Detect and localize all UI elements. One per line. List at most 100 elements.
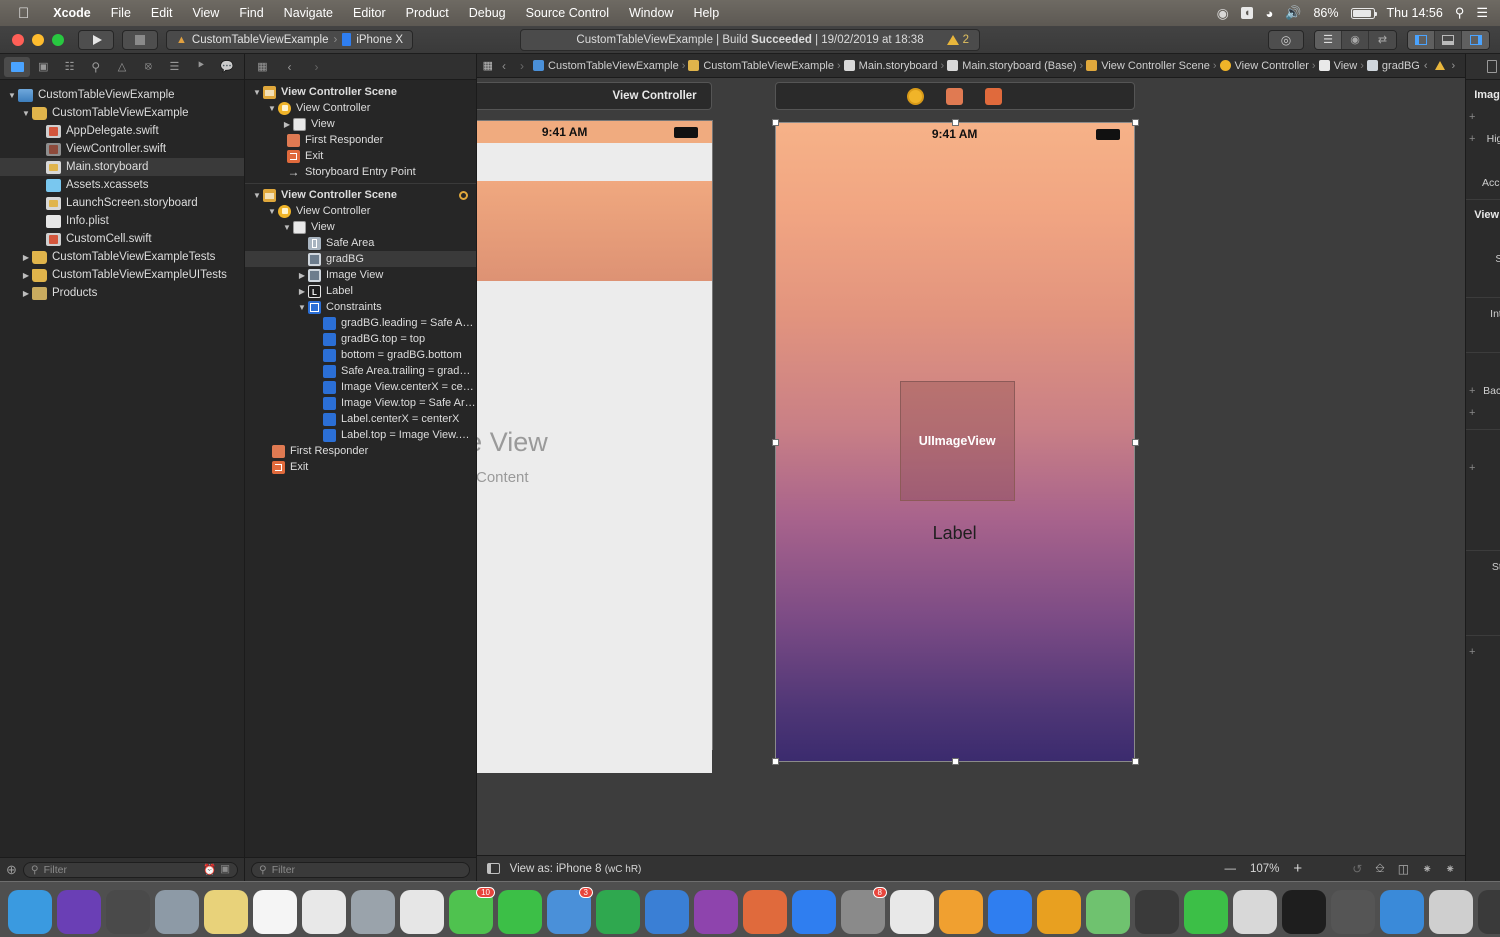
- selection-handle-top-right[interactable]: [1131, 119, 1139, 126]
- display-icon[interactable]: ◖: [1240, 7, 1254, 19]
- chevron-right-icon[interactable]: ▶: [20, 289, 32, 298]
- storyboard-outline-tree[interactable]: ▼ View Controller Scene ▼ View Controller ▶ V…: [245, 80, 476, 857]
- issue-navigator-tab[interactable]: △: [109, 57, 135, 77]
- menu-item-edit[interactable]: Edit: [141, 6, 183, 20]
- wifi-icon[interactable]: ◕: [1265, 6, 1273, 21]
- creative-cloud-icon[interactable]: ◉: [1217, 5, 1229, 22]
- outline-item-first-responder[interactable]: ▶First Responder: [245, 443, 476, 459]
- zoom-out-button[interactable]: —: [1225, 863, 1237, 875]
- view-as-control[interactable]: View as: iPhone 8 (wC hR): [510, 863, 642, 875]
- breadcrumb-item-customtableviewexample[interactable]: CustomTableViewExample: [688, 60, 834, 72]
- selection-handle-mid-left[interactable]: [771, 439, 779, 446]
- outline-item-image-view[interactable]: ▶ Image View: [245, 267, 476, 283]
- library-button[interactable]: ◎: [1268, 29, 1304, 50]
- dock-item-facetime[interactable]: [498, 890, 542, 934]
- outline-grid-icon[interactable]: ▦: [249, 57, 276, 77]
- dock-item-reminders[interactable]: [302, 890, 346, 934]
- dock-item-photos[interactable]: [400, 890, 444, 934]
- chevron-down-icon[interactable]: ▼: [6, 91, 18, 100]
- jumpbar-forward-button[interactable]: ›: [515, 59, 529, 73]
- issue-next-button[interactable]: ›: [1452, 60, 1456, 72]
- chevron-right-icon[interactable]: ▶: [296, 287, 308, 296]
- menu-item-find[interactable]: Find: [229, 6, 273, 20]
- chevron-down-icon[interactable]: ▼: [251, 191, 263, 200]
- chevron-right-icon[interactable]: ▶: [20, 271, 32, 280]
- outline-item-bottom-gradbg-bottom[interactable]: ▶bottom = gradBG.bottom: [245, 347, 476, 363]
- dock-item-podcasts[interactable]: [694, 890, 738, 934]
- dock-item-mail-app[interactable]: [155, 890, 199, 934]
- menu-item-navigate[interactable]: Navigate: [274, 6, 343, 20]
- outline-item-view-controller-scene[interactable]: ▼ View Controller Scene: [245, 84, 476, 100]
- selection-handle-top-left[interactable]: [771, 119, 779, 126]
- dock-item-calendar[interactable]: [253, 890, 297, 934]
- left-phone-preview[interactable]: 9:41 AM s bel Table View rototype Conten…: [476, 120, 713, 773]
- nav-item-viewcontroller-swift[interactable]: ▶ViewController.swift: [0, 140, 244, 158]
- outline-item-label[interactable]: ▶ L Label: [245, 283, 476, 299]
- menu-item-product[interactable]: Product: [396, 6, 459, 20]
- exit-icon[interactable]: [985, 87, 1003, 105]
- right-scene-dock[interactable]: [774, 82, 1135, 110]
- right-phone-preview[interactable]: 9:41 AM UIImageView Label: [774, 122, 1135, 762]
- selection-handle-top-center[interactable]: [951, 119, 959, 126]
- dock-item-finder[interactable]: [8, 890, 52, 934]
- add-variation-icon[interactable]: +: [1466, 646, 1478, 658]
- dock-item-messages[interactable]: 10: [449, 887, 495, 934]
- dock-item-scrivener[interactable]: [1233, 890, 1277, 934]
- menu-item-editor[interactable]: Editor: [343, 6, 396, 20]
- jumpbar-back-button[interactable]: ‹: [497, 59, 511, 73]
- version-editor-button[interactable]: ⇄: [1369, 30, 1396, 49]
- interface-builder-canvas[interactable]: View Controller 9:41 AM s bel Table View: [476, 78, 1466, 855]
- panel-toggle-segmented[interactable]: [1407, 29, 1490, 50]
- nav-item-products[interactable]: ▶ Products: [0, 284, 244, 302]
- macos-dock[interactable]: 10 3 8: [0, 881, 1500, 937]
- dock-item-tunnelbear[interactable]: [1135, 890, 1179, 934]
- align-button[interactable]: ◫: [1398, 862, 1409, 876]
- breadcrumb-item-gradbg[interactable]: gradBG: [1366, 60, 1420, 72]
- menubar-clock[interactable]: Thu 14:56: [1387, 6, 1443, 20]
- dock-item-settings[interactable]: 8: [841, 887, 887, 934]
- outline-forward-button[interactable]: ›: [303, 57, 330, 77]
- breadcrumb-item-view-controller-scene[interactable]: View Controller Scene: [1086, 60, 1210, 72]
- dock-item-activity[interactable]: [1478, 890, 1500, 934]
- outline-item-view-controller[interactable]: ▼ View Controller: [245, 100, 476, 116]
- add-variation-icon[interactable]: +: [1466, 133, 1478, 145]
- selection-handle-bottom-center[interactable]: [951, 758, 959, 765]
- scheme-selector[interactable]: ▲ CustomTableViewExample › iPhone X: [166, 29, 413, 50]
- dock-item-numbers[interactable]: [596, 890, 640, 934]
- outline-item-gradbg-leading-safe-a[interactable]: ▶gradBG.leading = Safe A…: [245, 315, 476, 331]
- embed-in-button[interactable]: ⎒: [1375, 861, 1384, 876]
- maximize-button[interactable]: [52, 33, 64, 46]
- nav-item-customtableviewexample[interactable]: ▼ CustomTableViewExample: [0, 104, 244, 122]
- breadcrumb-item-customtableviewexample[interactable]: CustomTableViewExample: [533, 60, 679, 72]
- menu-item-help[interactable]: Help: [683, 6, 729, 20]
- dock-item-preview[interactable]: [1380, 890, 1424, 934]
- selection-handle-bottom-left[interactable]: [771, 758, 779, 765]
- add-variation-icon[interactable]: +: [1466, 462, 1478, 474]
- editor-mode-segmented[interactable]: ☰ ◉ ⇄: [1314, 29, 1397, 50]
- outline-item-gradbg[interactable]: ▶gradBG: [245, 251, 476, 267]
- chevron-down-icon[interactable]: ▼: [266, 104, 278, 113]
- close-button[interactable]: [12, 33, 24, 46]
- debug-navigator-tab[interactable]: ☰: [161, 57, 187, 77]
- menu-item-window[interactable]: Window: [619, 6, 683, 20]
- warning-indicator[interactable]: 2: [946, 34, 969, 46]
- dock-item-books[interactable]: [743, 890, 787, 934]
- apple-logo-icon[interactable]: : [18, 6, 29, 21]
- right-label[interactable]: Label: [776, 523, 1134, 544]
- selection-handle-mid-right[interactable]: [1131, 439, 1139, 446]
- right-imageview-placeholder[interactable]: UIImageView: [899, 381, 1015, 501]
- outline-item-label-centerx-centerx[interactable]: ▶Label.centerX = centerX: [245, 411, 476, 427]
- add-variation-icon[interactable]: +: [1466, 407, 1478, 419]
- breakpoint-navigator-tab[interactable]: ⯈: [188, 57, 214, 77]
- dock-item-sublime[interactable]: [1037, 890, 1081, 934]
- dock-item-launchpad[interactable]: [106, 890, 150, 934]
- toggle-debug-button[interactable]: [1435, 30, 1462, 49]
- menu-item-source-control[interactable]: Source Control: [516, 6, 619, 20]
- dock-item-chrome[interactable]: [890, 890, 934, 934]
- project-file-tree[interactable]: ▼ CustomTableViewExample ▼ CustomTableViewE…: [0, 80, 244, 857]
- navigator-filter-field[interactable]: ⚲ Filter ⏰ ▣: [22, 861, 238, 878]
- left-scene-dock[interactable]: View Controller: [476, 82, 712, 110]
- outline-back-button[interactable]: ‹: [276, 57, 303, 77]
- chevron-right-icon[interactable]: ▶: [296, 271, 308, 280]
- add-variation-icon[interactable]: +: [1466, 111, 1478, 123]
